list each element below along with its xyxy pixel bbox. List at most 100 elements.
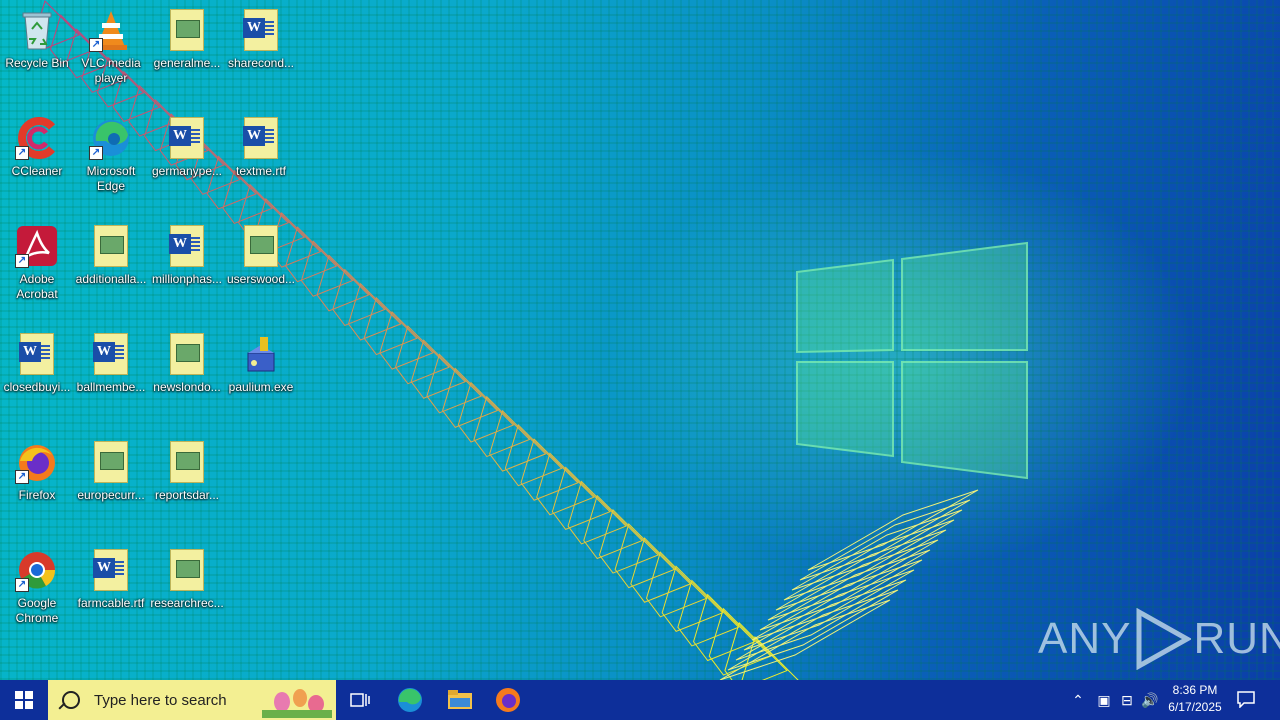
wireframe-segment: [316, 254, 370, 312]
chrome-logo-icon: ↗: [15, 548, 59, 592]
wireframe-segment: [567, 480, 627, 545]
windows-start-icon: [15, 691, 33, 709]
vlc-cone-icon: ↗: [89, 8, 133, 52]
file-farmcable-icon[interactable]: W farmcable.rtf: [74, 548, 148, 611]
action-center-icon: [1237, 691, 1255, 709]
file-ballmembe-icon[interactable]: W ballmembe...: [74, 332, 148, 395]
google-chrome-icon[interactable]: ↗ Google Chrome: [0, 548, 74, 626]
clock-time: 8:36 PM: [1172, 683, 1218, 697]
desktop-icon-label: reportsdar...: [154, 488, 220, 502]
desktop-icon-label: Microsoft Edge: [86, 164, 136, 193]
file-germanype-icon[interactable]: W germanype...: [150, 116, 224, 179]
image-file-icon: [239, 224, 283, 268]
taskbar-search-box[interactable]: Type here to search: [48, 680, 336, 720]
desktop-icon-label: paulium.exe: [228, 380, 294, 394]
wireframe-segment: [347, 282, 402, 341]
file-userswood-icon[interactable]: userswood...: [224, 224, 298, 287]
executable-installer-icon: [239, 332, 283, 376]
taskbar-file-explorer-button[interactable]: [436, 680, 484, 720]
file-newslondo-icon[interactable]: newslondo...: [150, 332, 224, 395]
vlc-media-player-icon[interactable]: ↗ VLC media player: [74, 8, 148, 86]
image-file-icon: [165, 440, 209, 484]
taskbar-edge-button[interactable]: [386, 680, 434, 720]
taskbar: Type here to search ⌃ ▣ ⊟ 🔊 8:36 PM 6/17…: [0, 680, 1280, 720]
recycle-bin-icon[interactable]: Recycle Bin: [0, 8, 74, 71]
adobe-acrobat-icon[interactable]: ↗ Adobe Acrobat: [0, 224, 74, 302]
desktop-icon-label: ballmembe...: [76, 380, 146, 394]
desktop-icon-label: Google Chrome: [15, 596, 59, 625]
file-textme-icon[interactable]: W textme.rtf: [224, 116, 298, 179]
notifications-icon[interactable]: [1236, 690, 1256, 710]
word-document-icon: W: [165, 116, 209, 160]
desktop-icon-label: userswood...: [226, 272, 296, 286]
taskbar-clock[interactable]: 8:36 PM 6/17/2025: [1163, 682, 1227, 716]
show-hidden-icons-chevron-icon[interactable]: ⌃: [1068, 690, 1088, 710]
wireframe-segment: [775, 529, 947, 611]
image-file-icon: [165, 548, 209, 592]
desktop-icon-label: sharecond...: [227, 56, 295, 70]
firefox-icon[interactable]: ↗ Firefox: [0, 440, 74, 503]
file-closedbuyi-icon[interactable]: W closedbuyi...: [0, 332, 74, 395]
desktop-icon-label: Recycle Bin: [5, 56, 69, 70]
file-sharecond-icon[interactable]: W sharecond...: [224, 8, 298, 71]
task-view-icon: [350, 693, 370, 707]
edge-logo-icon: ↗: [89, 116, 133, 160]
desktop-icon-label: generalme...: [153, 56, 221, 70]
desktop-icon-label: VLC media player: [81, 56, 141, 85]
acrobat-logo-icon: ↗: [15, 224, 59, 268]
wireframe-segment: [630, 537, 692, 603]
wireframe-segment: [379, 310, 434, 370]
shortcut-arrow-icon: ↗: [15, 578, 29, 592]
wireframe-segment: [442, 367, 499, 428]
file-additionalla-icon[interactable]: additionalla...: [74, 224, 148, 287]
desktop-icon-label: farmcable.rtf: [77, 596, 145, 610]
ccleaner-icon[interactable]: ↗ CCleaner: [0, 116, 74, 179]
task-view-button[interactable]: [336, 680, 384, 720]
wireframe-segment: [799, 499, 971, 581]
word-document-icon: W: [239, 116, 283, 160]
desktop-icon-label: researchrec...: [150, 596, 224, 610]
start-button[interactable]: [0, 680, 48, 720]
wireframe-segment: [743, 569, 915, 651]
wireframe-segment: [791, 509, 963, 591]
anyrun-watermark: ANY RUN: [1038, 608, 1280, 670]
ccleaner-logo-icon: ↗: [15, 116, 59, 160]
image-file-icon: [89, 440, 133, 484]
wireframe-segment: [759, 549, 931, 631]
network-status-icon[interactable]: ▣: [1094, 690, 1114, 710]
wireframe-segment: [504, 424, 563, 487]
wireframe-segment: [300, 240, 354, 297]
paulium-exe-icon[interactable]: paulium.exe: [224, 332, 298, 395]
wireframe-segment: [727, 589, 899, 671]
file-europecurr-icon[interactable]: europecurr...: [74, 440, 148, 503]
taskbar-firefox-button[interactable]: [484, 680, 532, 720]
search-highlight-flowers-icon: [262, 689, 332, 718]
wireframe-segment: [457, 381, 515, 443]
wireframe-segment: [614, 522, 676, 589]
desktop-icon-label: CCleaner: [11, 164, 63, 178]
network-icon[interactable]: ⊟: [1117, 690, 1137, 710]
word-document-icon: W: [165, 224, 209, 268]
wireframe-segment: [332, 268, 386, 327]
wireframe-segment: [692, 593, 756, 662]
wireframe-segment: [536, 452, 595, 516]
word-document-icon: W: [89, 332, 133, 376]
wireframe-segment: [426, 353, 483, 414]
watermark-left-text: ANY: [1038, 614, 1132, 663]
shortcut-arrow-icon: ↗: [89, 38, 103, 52]
edge-icon: [398, 688, 422, 712]
file-researchrec-icon[interactable]: researchrec...: [150, 548, 224, 611]
search-placeholder: Type here to search: [94, 691, 227, 709]
volume-icon[interactable]: 🔊: [1140, 690, 1160, 710]
file-generalme-icon[interactable]: generalme...: [150, 8, 224, 71]
wireframe-segment: [677, 579, 740, 647]
shortcut-arrow-icon: ↗: [89, 146, 103, 160]
file-reportsdar-icon[interactable]: reportsdar...: [150, 440, 224, 503]
wireframe-segment: [473, 395, 531, 458]
firefox-logo-icon: ↗: [15, 440, 59, 484]
play-triangle-icon: [1136, 608, 1192, 670]
shortcut-arrow-icon: ↗: [15, 146, 29, 160]
file-millionphas-icon[interactable]: W millionphas...: [150, 224, 224, 287]
word-document-icon: W: [15, 332, 59, 376]
microsoft-edge-icon[interactable]: ↗ Microsoft Edge: [74, 116, 148, 194]
